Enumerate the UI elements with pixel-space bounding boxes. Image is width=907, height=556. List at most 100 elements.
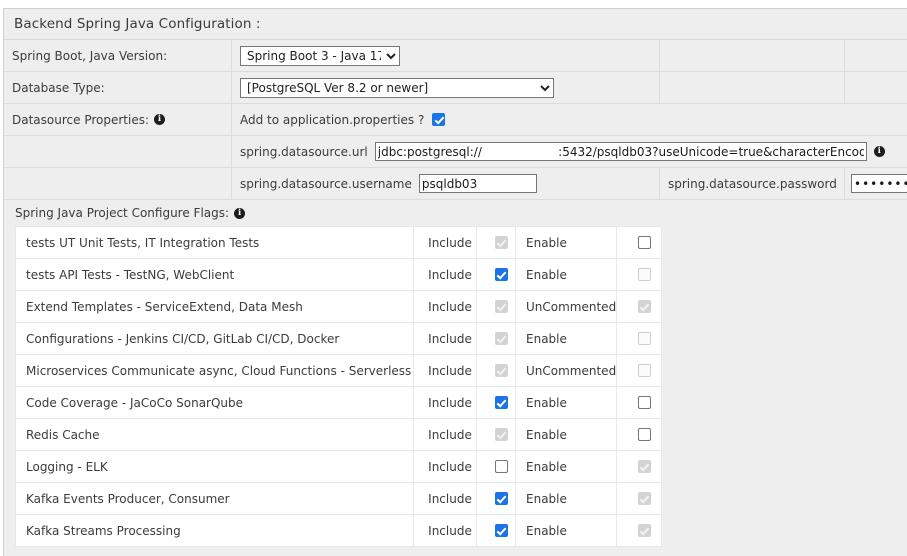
table-row: Configurations - Jenkins CI/CD, GitLab C… xyxy=(15,322,663,355)
configuration-page: Backend Spring Java Configuration : Spri… xyxy=(0,0,907,556)
spring-boot-control-cell: Spring Boot 3 - Java 17 xyxy=(232,40,660,71)
include-checkbox-cell xyxy=(476,514,516,547)
info-icon: i xyxy=(154,114,166,125)
include-checkbox-wrapper xyxy=(487,268,515,281)
include-checkbox-cell xyxy=(476,226,516,259)
action-checkbox-cell xyxy=(616,226,663,259)
action-checkbox-cell xyxy=(616,354,663,387)
action-checkbox[interactable] xyxy=(637,396,651,409)
include-checkbox xyxy=(494,300,508,313)
include-checkbox-cell xyxy=(476,354,516,387)
action-checkbox-wrapper xyxy=(627,428,661,441)
datasource-password-label-cell: spring.datasource.password xyxy=(660,168,845,199)
include-checkbox[interactable] xyxy=(494,396,508,409)
include-checkbox[interactable] xyxy=(494,492,508,505)
include-label-cell: Include xyxy=(413,482,477,515)
include-checkbox[interactable] xyxy=(494,524,508,537)
action-checkbox-cell xyxy=(616,322,663,355)
add-to-application-properties-label: Add to application.properties ? xyxy=(240,112,425,127)
backend-config-panel: Backend Spring Java Configuration : Spri… xyxy=(3,8,907,556)
action-checkbox-wrapper xyxy=(627,524,661,537)
table-row: Kafka Streams Processing Include Enable xyxy=(15,514,663,547)
datasource-password-cell xyxy=(845,168,907,199)
action-label-cell: Enable xyxy=(514,386,618,419)
action-checkbox-cell xyxy=(616,290,663,323)
datasource-password-input[interactable] xyxy=(851,174,907,193)
action-checkbox xyxy=(637,364,651,377)
datasource-username-input[interactable] xyxy=(418,174,537,193)
include-checkbox-wrapper xyxy=(487,492,515,505)
include-checkbox[interactable] xyxy=(494,268,508,281)
action-checkbox xyxy=(637,300,651,313)
action-checkbox xyxy=(637,524,651,537)
datasource-url-spacer-cell xyxy=(4,136,232,167)
flag-name-cell: Kafka Events Producer, Consumer xyxy=(15,482,414,515)
flag-name-cell: Microservices Communicate async, Cloud F… xyxy=(15,354,414,387)
flag-name-cell: Logging - ELK xyxy=(15,450,414,483)
datasource-username-cell: spring.datasource.username xyxy=(232,168,660,199)
action-label-cell: Enable xyxy=(514,450,618,483)
include-checkbox-wrapper xyxy=(487,428,515,441)
action-checkbox[interactable] xyxy=(637,428,651,441)
flags-table-body: tests UT Unit Tests, IT Integration Test… xyxy=(15,226,663,547)
add-to-application-properties-checkbox[interactable] xyxy=(432,113,446,126)
flags-section-title: Spring Java Project Configure Flags: xyxy=(15,206,230,220)
datasource-properties-row: Datasource Properties: i Add to applicat… xyxy=(4,104,907,136)
table-row: Kafka Events Producer, Consumer Include En… xyxy=(15,482,663,515)
include-checkbox[interactable] xyxy=(494,460,508,473)
action-checkbox[interactable] xyxy=(637,236,651,249)
flag-name-cell: Kafka Streams Processing xyxy=(15,514,414,547)
table-row: tests API Tests - TestNG, WebClient Inclu… xyxy=(15,258,663,291)
datasource-properties-label: Datasource Properties: xyxy=(12,112,150,127)
spring-boot-version-select[interactable]: Spring Boot 3 - Java 17 xyxy=(240,45,400,66)
include-checkbox-wrapper xyxy=(487,460,515,473)
include-checkbox-cell xyxy=(476,450,516,483)
database-type-spacer-2 xyxy=(845,72,907,103)
datasource-url-input[interactable] xyxy=(374,142,867,161)
action-checkbox-cell xyxy=(616,418,663,451)
include-checkbox xyxy=(494,364,508,377)
include-checkbox-wrapper xyxy=(487,364,515,377)
spring-boot-label: Spring Boot, Java Version: xyxy=(12,48,168,63)
include-checkbox-wrapper xyxy=(487,396,515,409)
include-label-cell: Include xyxy=(413,258,477,291)
datasource-credentials-spacer-cell xyxy=(4,168,232,199)
include-checkbox xyxy=(494,332,508,345)
panel-header: Backend Spring Java Configuration : xyxy=(4,9,907,40)
database-type-select[interactable]: [PostgreSQL Ver 8.2 or newer] xyxy=(240,77,554,98)
action-checkbox-wrapper xyxy=(627,236,661,249)
datasource-username-label: spring.datasource.username xyxy=(240,176,412,191)
action-checkbox-wrapper xyxy=(627,332,661,345)
flags-table-wrapper: tests UT Unit Tests, IT Integration Test… xyxy=(4,226,907,556)
include-label-cell: Include xyxy=(413,354,477,387)
action-checkbox-cell xyxy=(616,482,663,515)
table-row: tests UT Unit Tests, IT Integration Test… xyxy=(15,226,663,259)
info-icon: i xyxy=(873,146,885,157)
action-label-cell: UnCommented xyxy=(514,354,618,387)
database-type-row: Database Type: [PostgreSQL Ver 8.2 or ne… xyxy=(4,72,907,104)
action-label-cell: Enable xyxy=(514,514,618,547)
action-label-cell: UnCommented xyxy=(514,290,618,323)
spring-boot-label-cell: Spring Boot, Java Version: xyxy=(4,40,232,71)
include-checkbox-cell xyxy=(476,290,516,323)
add-to-application-properties-cell: Add to application.properties ? xyxy=(232,104,660,135)
action-checkbox xyxy=(637,332,651,345)
include-checkbox-cell xyxy=(476,482,516,515)
action-label-cell: Enable xyxy=(514,226,618,259)
include-label-cell: Include xyxy=(413,226,477,259)
spring-boot-spacer-2 xyxy=(845,40,907,71)
action-checkbox-wrapper xyxy=(627,300,661,313)
action-label-cell: Enable xyxy=(514,322,618,355)
datasource-url-row: spring.datasource.url i xyxy=(4,136,907,168)
action-checkbox-wrapper xyxy=(627,492,661,505)
action-checkbox-cell xyxy=(616,450,663,483)
flags-right-filler xyxy=(662,226,907,547)
action-checkbox-cell xyxy=(616,514,663,547)
datasource-credentials-row: spring.datasource.username spring.dataso… xyxy=(4,168,907,200)
include-label-cell: Include xyxy=(413,418,477,451)
include-checkbox-wrapper xyxy=(487,236,515,249)
database-type-label: Database Type: xyxy=(12,80,105,95)
action-checkbox xyxy=(637,460,651,473)
spring-boot-row: Spring Boot, Java Version: Spring Boot 3… xyxy=(4,40,907,72)
flag-name-cell: Extend Templates - ServiceExtend, Data M… xyxy=(15,290,414,323)
